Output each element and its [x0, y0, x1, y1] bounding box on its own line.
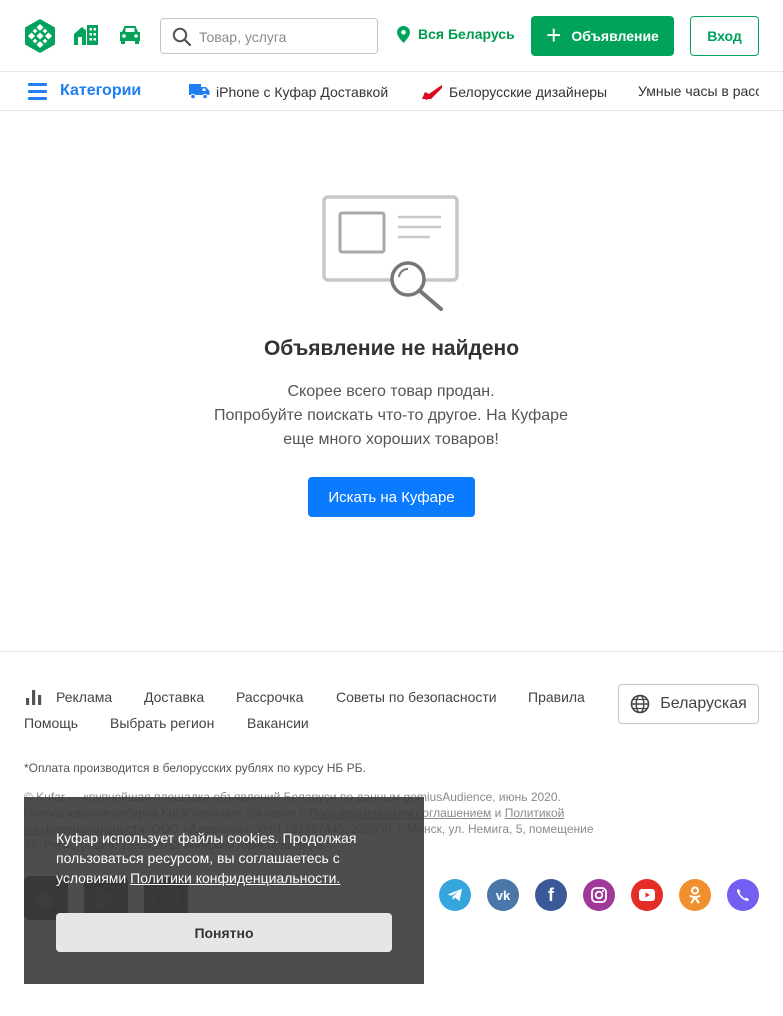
language-label: Беларуская [660, 695, 747, 712]
ad-search-illustration [322, 195, 459, 311]
region-label: Вся Беларусь [418, 26, 515, 42]
subtitle-line: Попробуйте поискать что-то другое. На Ку… [214, 407, 568, 424]
category-link-label: iPhone с Куфар Доставкой [216, 83, 389, 100]
footer-link-delivery[interactable]: Доставка [144, 689, 204, 705]
location-pin-icon [397, 25, 410, 43]
search-kufar-button[interactable]: Искать на Куфаре [308, 477, 475, 517]
language-button[interactable]: Беларуская [618, 684, 759, 724]
footer-link-help[interactable]: Помощь [24, 715, 78, 731]
kufar-logo-icon[interactable] [23, 18, 57, 54]
categories-toggle[interactable]: Категории [28, 82, 141, 100]
footer-link-label: Реклама [56, 689, 113, 705]
region-selector[interactable]: Вся Беларусь [397, 24, 515, 44]
footer-link-choose-region[interactable]: Выбрать регион [110, 715, 214, 731]
delivery-truck-icon [189, 84, 210, 100]
post-ad-button[interactable]: + Объявление [531, 16, 674, 56]
footer-link-installments[interactable]: Рассрочка [236, 689, 303, 705]
globe-icon [630, 694, 650, 714]
telegram-icon[interactable] [439, 879, 471, 911]
categories-label: Категории [60, 82, 142, 99]
footer-link-vacancies[interactable]: Вакансии [247, 715, 309, 731]
category-link-belarusian-designers[interactable]: Белорусские дизайнеры [421, 83, 607, 101]
footer-divider [0, 651, 783, 652]
odnoklassniki-icon[interactable] [679, 879, 711, 911]
category-link-iphone-delivery[interactable]: iPhone с Куфар Доставкой [189, 83, 388, 100]
login-button[interactable]: Вход [690, 16, 759, 56]
high-heel-shoe-icon [422, 85, 442, 100]
subtitle-line: Скорее всего товар продан. [287, 383, 495, 400]
footer-link-ads[interactable]: Реклама [26, 689, 112, 705]
category-bar: Категории iPhone с Куфар Доставкой Белор… [0, 71, 783, 111]
car-icon[interactable] [118, 24, 142, 46]
realty-icon[interactable] [73, 24, 99, 46]
payment-note: *Оплата производится в белорусских рубля… [24, 761, 366, 775]
category-link-label: Белорусские дизайнеры [449, 84, 608, 100]
search-box[interactable] [160, 18, 378, 54]
header: Вся Беларусь + Объявление Вход [0, 0, 783, 72]
category-link-smartwatch[interactable]: Умные часы в расс [638, 83, 759, 99]
footer-link-rules[interactable]: Правила [528, 689, 585, 705]
cookie-text: Куфар использует файлы cookies. Продолжа… [56, 828, 376, 888]
subtitle-line: еще много хороших товаров! [283, 431, 499, 448]
vk-icon[interactable]: vk [487, 879, 519, 911]
plus-icon: + [546, 20, 562, 50]
instagram-icon[interactable] [583, 879, 615, 911]
post-ad-label: Объявление [571, 28, 659, 44]
cookie-accept-button[interactable]: Понятно [56, 913, 392, 952]
not-found-title: Объявление не найдено [263, 337, 520, 360]
facebook-icon[interactable]: f [535, 879, 567, 911]
search-icon [172, 27, 192, 47]
cookie-privacy-link[interactable]: Политики конфиденциальности. [130, 870, 340, 886]
footer-link-safety-tips[interactable]: Советы по безопасности [336, 689, 497, 705]
youtube-icon[interactable] [631, 879, 663, 911]
bar-chart-icon [26, 689, 42, 705]
legal-text-part: и [491, 806, 505, 820]
search-input[interactable] [199, 27, 369, 47]
viber-icon[interactable] [727, 879, 759, 911]
menu-icon [28, 82, 47, 100]
not-found-subtitle: Скорее всего товар продан. Попробуйте по… [191, 380, 591, 452]
cookie-banner: Куфар использует файлы cookies. Продолжа… [24, 797, 424, 984]
